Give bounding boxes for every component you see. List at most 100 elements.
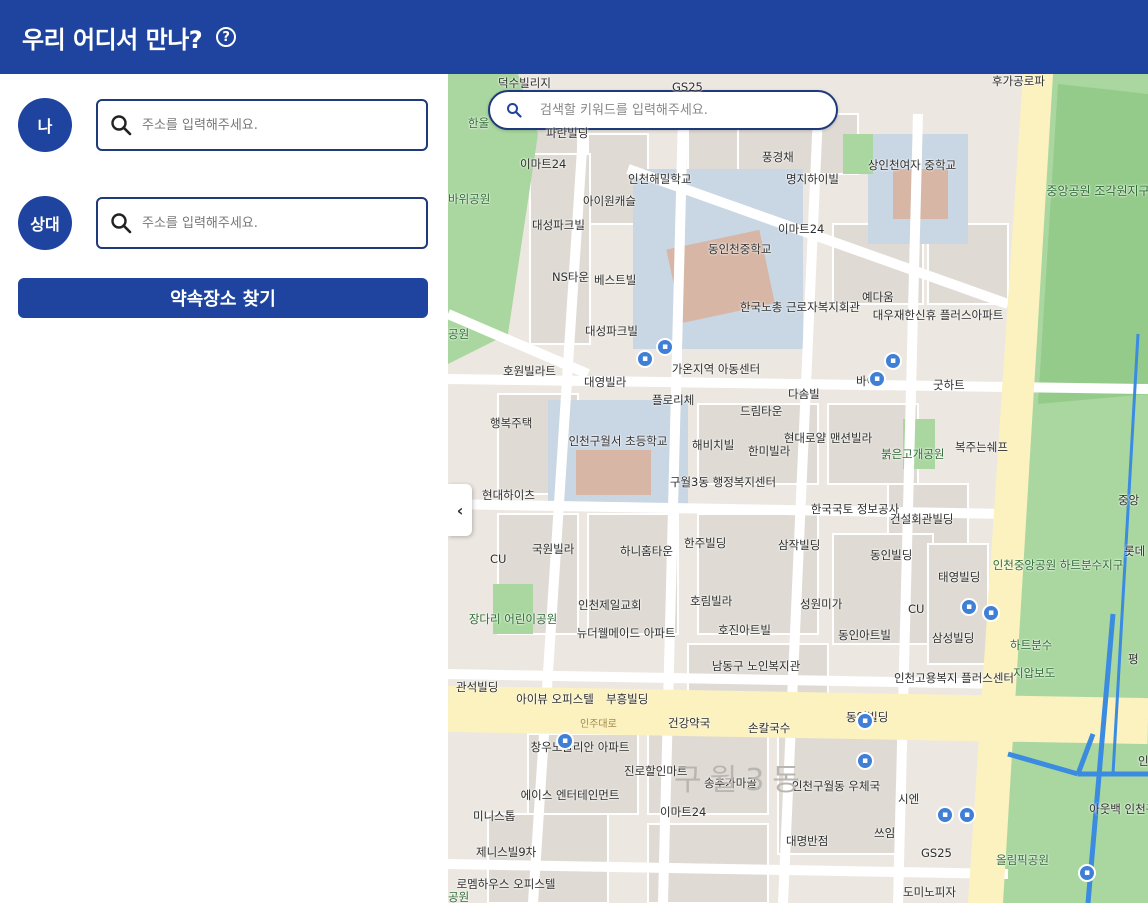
map-label: 롯데 (1124, 544, 1146, 558)
map-label: 성원미가 (800, 597, 843, 611)
map-label: 한미빌라 (748, 444, 791, 458)
search-icon (111, 213, 132, 234)
other-address-field-box[interactable] (96, 197, 428, 249)
other-address-row: 상대 (18, 196, 428, 250)
my-address-input[interactable] (142, 117, 412, 133)
map-label: 건강약국 (668, 716, 711, 730)
other-badge: 상대 (18, 196, 72, 250)
bus-stop-icon[interactable]: ▪ (656, 338, 674, 356)
map-label: 아웃백 인천구월 (1089, 802, 1148, 816)
map-label: CU (908, 602, 925, 616)
map-label: 에이스 엔터테인먼트 (520, 788, 620, 802)
bus-stop-icon[interactable]: ▪ (884, 352, 902, 370)
map-label: 하트분수 (1010, 638, 1053, 652)
map-search-input[interactable] (540, 102, 820, 118)
map-label: 한주빌딩 (684, 536, 727, 550)
my-address-row: 나 (18, 98, 428, 152)
map-label: 평 (1128, 652, 1139, 666)
map-label: 인주대로 (580, 719, 617, 730)
other-address-input[interactable] (142, 215, 412, 231)
map-label: 로멤하우스 오피스텔 (456, 877, 556, 891)
map-label: 공원 (448, 890, 470, 903)
map-label: 구월3동 행정복지센터 (669, 475, 777, 489)
map-label: 해비치빌 (692, 438, 735, 452)
map-label: 이마트24 (660, 805, 707, 819)
map-label: 관석빌딩 (456, 680, 499, 694)
map-label: 한국국토 정보공사 (810, 502, 900, 516)
map-label: 아이원캐슬 (583, 194, 636, 208)
map-label: 동인아트빌 (838, 628, 891, 642)
map-label: 시엔 (898, 792, 920, 806)
map-label: 예다움 (862, 290, 894, 304)
find-meeting-place-button[interactable]: 약속장소 찾기 (18, 278, 428, 318)
map-label: 삼작빌딩 (778, 538, 821, 552)
search-icon (507, 103, 522, 118)
bus-stop-icon[interactable]: ▪ (636, 350, 654, 368)
map-label: 붉은고개공원 (881, 447, 945, 461)
map-label: 굿하트 (933, 378, 965, 392)
map-label: 제니스빌9차 (476, 845, 537, 859)
map-label: 동인천중학교 (708, 242, 772, 256)
map-label: 대명반점 (786, 834, 829, 848)
page-title: 우리 어디서 만나? (22, 25, 203, 54)
bus-stop-icon[interactable]: ▪ (856, 712, 874, 730)
map-label: 베스트빌 (594, 273, 637, 287)
map-label: 복주는쉐프 (955, 440, 1008, 454)
bus-stop-icon[interactable]: ▪ (982, 604, 1000, 622)
map-label: 올림픽공원 (996, 853, 1049, 867)
map-label: 태영빌딩 (938, 570, 981, 584)
map-label: 미니스톱 (473, 809, 516, 823)
my-address-field-box[interactable] (96, 99, 428, 151)
map-label: GS25 (921, 846, 952, 860)
map-label: 대영빌라 (584, 375, 627, 389)
map-label: 장다리 어린이공원 (468, 612, 558, 626)
map-label: 남동구 노인복지관 (711, 659, 801, 673)
map-label: 구월3동 (674, 763, 808, 798)
map-label: 파란빌딩 (546, 126, 589, 140)
map-search-bar[interactable] (488, 90, 838, 130)
bus-stop-icon[interactable]: ▪ (1078, 864, 1096, 882)
map-label: 인천중앙공원 하트분수지구 (992, 558, 1124, 572)
bus-stop-icon[interactable]: ▪ (936, 806, 954, 824)
map-view[interactable]: ‹ 덕수빌리지 GS25 한울 파란빌딩 이마트24 바위공원 인천해밀학교 아… (448, 74, 1148, 903)
map-label: 동인빌딩 (870, 548, 913, 562)
map-label: NS타운 (552, 270, 590, 284)
app-header: 우리 어디서 만나? ? (0, 0, 1148, 74)
bus-stop-icon[interactable]: ▪ (856, 752, 874, 770)
question-circle-icon[interactable]: ? (216, 27, 237, 47)
map-label: 뉴더웰메이드 아파트 (576, 626, 676, 640)
map-label: 대성파크빌 (532, 218, 585, 232)
me-badge: 나 (18, 98, 72, 152)
bus-stop-icon[interactable]: ▪ (958, 806, 976, 824)
map-label: 다솜빌 (788, 387, 820, 401)
map-label: 쓰임 (874, 826, 896, 840)
map-label: GS25 (672, 80, 703, 94)
bus-stop-icon[interactable]: ▪ (960, 598, 978, 616)
chevron-left-icon[interactable]: ‹ (448, 484, 472, 536)
map-label: 한울 (468, 116, 490, 130)
map-label: 대성파크빌 (585, 324, 638, 338)
map-label: 덕수빌리지 (498, 76, 551, 90)
map-label: 풍경채 (762, 150, 794, 164)
map-label: 손칼국수 (748, 721, 791, 735)
map-label: 인천해밀학교 (628, 172, 692, 186)
map-label: 중앙공원 조각원지구 (1046, 184, 1148, 198)
map-label: 호진아트빌 (718, 623, 771, 637)
search-icon (111, 115, 132, 136)
map-label: 플로리체 (652, 393, 695, 407)
map-label: 후가공로파 (992, 74, 1045, 88)
sidebar: 나 상대 약속장소 찾기 (0, 74, 448, 903)
map-label: 부흥빌딩 (606, 692, 649, 706)
map-label: 국원빌라 (532, 542, 575, 556)
map-label: 아이뷰 오피스텔 (516, 692, 594, 706)
map-label: 대우재한신휴 플러스아파트 (872, 308, 1004, 322)
map-label: 호림빌라 (690, 594, 733, 608)
bus-stop-icon[interactable]: ▪ (868, 370, 886, 388)
map-label: 인 (1138, 754, 1148, 768)
map-label: 이마트24 (520, 157, 567, 171)
bus-stop-icon[interactable]: ▪ (556, 732, 574, 750)
map-label: 창우노블리안 아파트 (530, 740, 630, 754)
map-label: 한국노총 근로자복지회관 (739, 300, 861, 314)
map-label: 인천구월서 초등학교 (568, 434, 668, 448)
map-label: 삼성빌딩 (932, 631, 975, 645)
